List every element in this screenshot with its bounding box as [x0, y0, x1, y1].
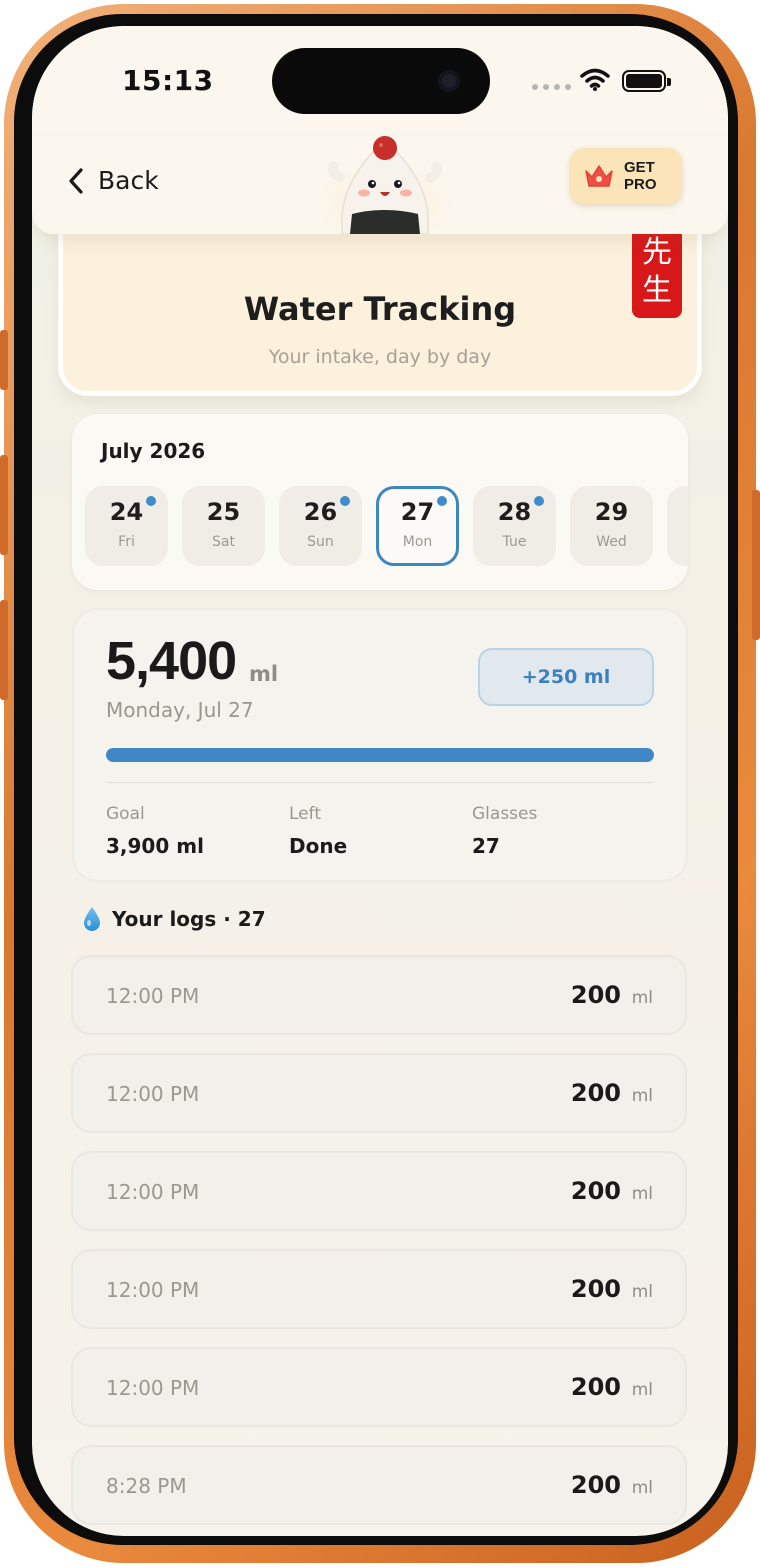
glasses-stat: Glasses 27 — [472, 804, 537, 858]
log-time: 8:28 PM — [106, 1474, 187, 1498]
side-button — [0, 600, 8, 700]
day-chip[interactable]: 25 Sat — [182, 486, 265, 566]
intake-summary-card: 5,400 ml Monday, Jul 27 +250 ml Goal 3,9… — [72, 608, 688, 882]
logs-header: Your logs · 27 — [82, 906, 266, 932]
left-stat: Left Done — [289, 804, 347, 858]
log-row[interactable]: 12:00 PM 200 ml — [71, 955, 687, 1035]
title-card: Water Tracking Your intake, day by day — [58, 216, 702, 396]
day-chip[interactable]: 29 Wed — [570, 486, 653, 566]
divider — [106, 782, 654, 783]
status-time: 15:13 — [122, 64, 214, 97]
logged-dot-icon — [340, 496, 350, 506]
day-number: 25 — [206, 498, 241, 526]
day-chip[interactable]: 28 Tue — [473, 486, 556, 566]
log-unit: ml — [631, 1282, 653, 1302]
day-chip[interactable]: 27 Mon — [376, 486, 459, 566]
side-button — [752, 490, 760, 640]
day-name: Fri — [118, 534, 135, 550]
back-label: Back — [98, 166, 159, 195]
back-button[interactable]: Back — [68, 166, 159, 195]
day-strip[interactable]: 24 Fri 25 Sat 26 Sun 27 Mon 28 Tue 29 Wed — [85, 486, 688, 566]
log-row[interactable]: 12:00 PM 200 ml — [71, 1151, 687, 1231]
log-amount: 200 — [570, 1471, 621, 1499]
day-chip[interactable] — [667, 486, 688, 566]
glasses-value: 27 — [472, 834, 500, 858]
side-button — [0, 455, 8, 555]
logged-dot-icon — [146, 496, 156, 506]
log-row[interactable]: 12:00 PM 200 ml — [71, 1249, 687, 1329]
page-subtitle: Your intake, day by day — [268, 346, 492, 368]
cellular-signal-icon — [532, 84, 571, 90]
goal-value: 3,900 ml — [106, 834, 204, 858]
day-name: Sun — [307, 534, 334, 550]
left-label: Left — [289, 804, 321, 824]
calendar-card: July 2026 24 Fri 25 Sat 26 Sun 27 Mon 28 Tue 29 Wed — [72, 414, 688, 590]
log-row[interactable]: 12:00 PM 200 ml — [71, 1347, 687, 1427]
selected-date: Monday, Jul 27 — [106, 698, 254, 722]
side-button — [0, 330, 8, 390]
day-name: Tue — [502, 534, 527, 550]
log-amount: 200 — [570, 1079, 621, 1107]
total-unit: ml — [249, 662, 279, 686]
logged-dot-icon — [437, 496, 447, 506]
left-value: Done — [289, 834, 348, 858]
water-drop-icon — [84, 907, 100, 931]
add-water-button[interactable]: +250 ml — [478, 648, 654, 706]
day-name: Mon — [402, 534, 433, 550]
log-amount: 200 — [570, 981, 621, 1009]
sensei-stamp: 先生 — [632, 226, 682, 318]
log-time: 12:00 PM — [106, 1082, 200, 1106]
logged-dot-icon — [534, 496, 544, 506]
onigiri-mascot-icon — [305, 136, 465, 234]
log-time: 12:00 PM — [106, 1180, 200, 1204]
camera-icon — [438, 70, 460, 92]
wifi-icon — [580, 68, 610, 91]
total-intake: 5,400 — [106, 631, 237, 691]
log-time: 12:00 PM — [106, 984, 200, 1008]
log-time: 12:00 PM — [106, 1278, 200, 1302]
page-title: Water Tracking — [243, 290, 517, 328]
dynamic-island — [272, 48, 490, 114]
log-unit: ml — [631, 1478, 653, 1498]
log-row[interactable]: 8:28 PM 200 ml — [71, 1445, 687, 1525]
glasses-label: Glasses — [472, 804, 538, 824]
day-number: 29 — [594, 498, 629, 526]
goal-label: Goal — [106, 804, 145, 824]
app-header: Back GET PRO — [32, 136, 728, 234]
log-unit: ml — [631, 1086, 653, 1106]
day-chip[interactable]: 26 Sun — [279, 486, 362, 566]
log-unit: ml — [631, 1184, 653, 1204]
log-unit: ml — [631, 1380, 653, 1400]
crown-icon — [585, 165, 613, 187]
progress-fill — [106, 748, 654, 762]
log-amount: 200 — [570, 1373, 621, 1401]
day-name: Sat — [212, 534, 235, 550]
log-amount: 200 — [570, 1177, 621, 1205]
goal-stat: Goal 3,900 ml — [106, 804, 204, 858]
day-name: Wed — [596, 534, 627, 550]
day-chip[interactable]: 24 Fri — [85, 486, 168, 566]
app-screen: 15:13 Back GET PRO Water Tracking Your i… — [32, 26, 728, 1536]
progress-bar — [106, 748, 654, 762]
battery-icon — [622, 70, 671, 92]
get-pro-label: GET PRO — [624, 159, 657, 193]
month-label: July 2026 — [101, 439, 206, 463]
chevron-left-icon — [69, 167, 83, 194]
log-time: 12:00 PM — [106, 1376, 200, 1400]
logs-title: Your logs · 27 — [112, 907, 266, 931]
log-unit: ml — [631, 988, 653, 1008]
get-pro-button[interactable]: GET PRO — [570, 148, 682, 204]
log-row[interactable]: 12:00 PM 200 ml — [71, 1053, 687, 1133]
log-amount: 200 — [570, 1275, 621, 1303]
